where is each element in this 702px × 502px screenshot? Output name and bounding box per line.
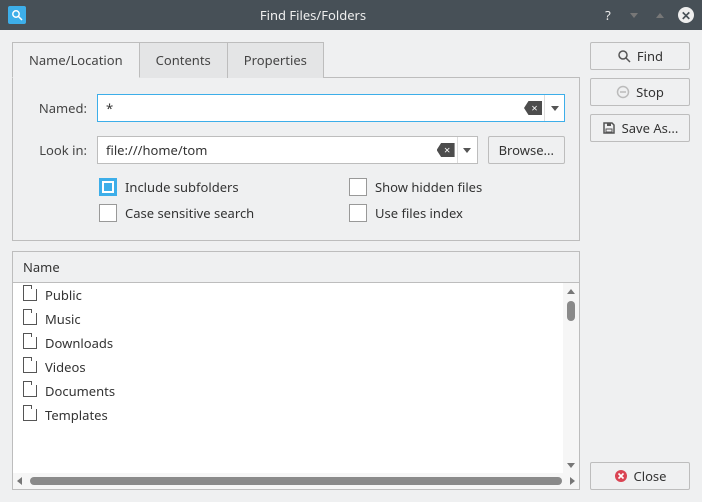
option-label: Include subfolders [125,178,239,196]
folder-icon [23,409,37,421]
folder-icon [23,337,37,349]
maximize-icon[interactable] [652,7,668,23]
save-icon [602,121,616,135]
tab-contents[interactable]: Contents [140,42,228,78]
close-button[interactable]: Close [590,462,690,490]
named-dropdown-icon[interactable] [544,95,564,121]
option-label: Case sensitive search [125,204,254,222]
help-icon[interactable]: ? [600,7,616,23]
window-title: Find Files/Folders [26,6,600,24]
table-row[interactable]: Downloads [13,331,563,355]
file-name: Downloads [45,334,113,352]
close-button-label: Close [634,467,667,485]
stop-button: Stop [590,78,690,106]
app-icon [8,6,26,24]
save-as-button-label: Save As... [622,119,679,137]
save-as-button[interactable]: Save As... [590,114,690,142]
table-row[interactable]: Music [13,307,563,331]
scroll-thumb[interactable] [30,477,562,485]
find-button-label: Find [637,47,663,65]
stop-button-label: Stop [636,83,664,101]
scroll-down-icon[interactable] [563,457,579,473]
search-icon [617,49,631,63]
option-show-hidden[interactable]: Show hidden files [349,178,559,196]
folder-icon [23,385,37,397]
table-row[interactable]: Public [13,283,563,307]
vertical-scrollbar[interactable] [563,283,579,473]
option-label: Show hidden files [375,178,482,196]
scroll-up-icon[interactable] [563,283,579,299]
file-name: Documents [45,382,115,400]
lookin-combo [97,136,478,164]
option-include-subfolders[interactable]: Include subfolders [99,178,309,196]
results-table: Name Public Music Downloads Videos Documents… [12,251,580,490]
file-name: Templates [45,406,108,424]
folder-icon [23,289,37,301]
option-label: Use files index [375,204,463,222]
scroll-right-icon[interactable] [570,477,575,485]
results-header[interactable]: Name [13,252,579,283]
checkbox-icon [99,204,117,222]
column-header-name: Name [23,258,569,276]
stop-icon [616,85,630,99]
scroll-left-icon[interactable] [17,477,22,485]
table-row[interactable]: Videos [13,355,563,379]
checkbox-icon [349,204,367,222]
option-use-index[interactable]: Use files index [349,204,559,222]
clear-named-icon[interactable] [524,101,542,115]
file-name: Public [45,286,82,304]
option-case-sensitive[interactable]: Case sensitive search [99,204,309,222]
named-combo [97,94,565,122]
lookin-label: Look in: [27,141,87,159]
search-panel: Named: Look in: Browse... [12,77,580,241]
table-row[interactable]: Templates [13,403,563,427]
find-button[interactable]: Find [590,42,690,70]
table-row[interactable]: Documents [13,379,563,403]
checkbox-icon [349,178,367,196]
checkbox-icon [99,178,117,196]
tab-name-location[interactable]: Name/Location [12,42,140,78]
named-input[interactable] [98,99,524,117]
tab-properties[interactable]: Properties [228,42,324,78]
lookin-input[interactable] [98,141,437,159]
close-icon [614,469,628,483]
browse-button[interactable]: Browse... [488,136,565,164]
file-name: Music [45,310,81,328]
folder-icon [23,361,37,373]
close-window-icon[interactable]: ✕ [678,7,694,23]
file-name: Videos [45,358,86,376]
lookin-dropdown-icon[interactable] [457,137,477,163]
clear-lookin-icon[interactable] [437,143,455,157]
minimize-icon[interactable] [626,7,642,23]
folder-icon [23,313,37,325]
scroll-thumb[interactable] [567,301,575,321]
horizontal-scrollbar[interactable] [13,473,579,489]
tab-bar: Name/Location Contents Properties [12,42,580,78]
named-label: Named: [27,99,87,117]
titlebar: Find Files/Folders ? ✕ [0,0,702,30]
